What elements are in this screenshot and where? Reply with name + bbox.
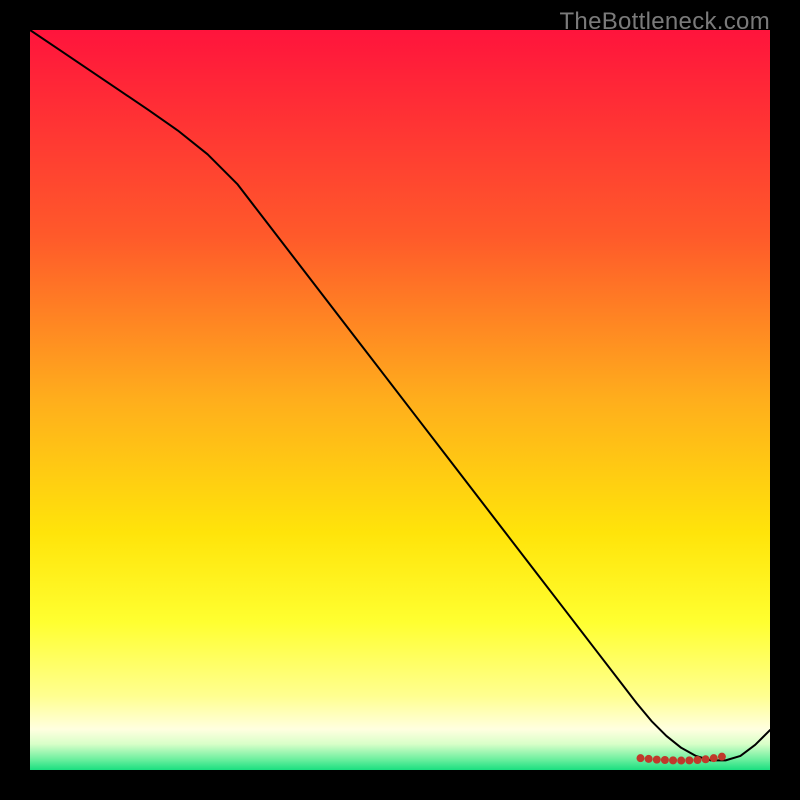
marker-dot — [637, 754, 645, 762]
marker-dot — [685, 756, 693, 764]
chart-frame: TheBottleneck.com — [0, 0, 800, 800]
marker-dot — [661, 756, 669, 764]
marker-dot — [693, 756, 701, 764]
marker-dot — [653, 756, 661, 764]
plot-background — [30, 30, 770, 770]
marker-dot — [677, 757, 685, 765]
marker-dot — [669, 756, 677, 764]
marker-dot — [702, 755, 710, 763]
marker-dot — [718, 753, 726, 761]
marker-dot — [645, 755, 653, 763]
marker-dot — [710, 754, 718, 762]
plot-area — [30, 30, 770, 770]
